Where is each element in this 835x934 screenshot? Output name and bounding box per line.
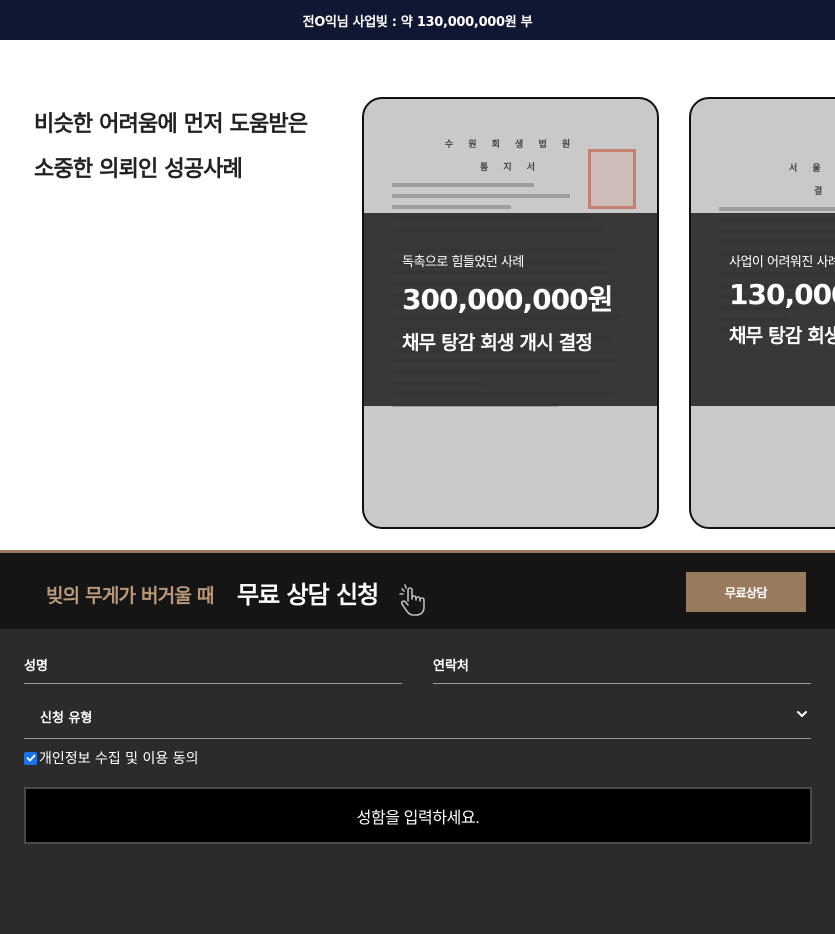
court-seal-stamp [588, 149, 636, 209]
case-result: 채무 탕감 회생 [729, 325, 835, 347]
name-label: 성명 [24, 659, 48, 674]
chevron-down-icon [797, 711, 807, 717]
heading-line-2: 소중한 의뢰인 성공사례 [34, 157, 243, 182]
check-icon [26, 754, 35, 762]
case-card-1[interactable]: 수 원 회 생 법 원 통 지 서 독촉으로 힘들었던 사례 300,000,0… [362, 97, 659, 529]
name-field[interactable]: 성명 [24, 645, 402, 684]
section-heading: 비슷한 어려움에 먼저 도움받은 소중한 의뢰인 성공사례 [34, 102, 308, 192]
consultation-banner: 빚의 무게가 버거울 때 무료 상담 신청 무료상담 [0, 550, 835, 629]
case-overlay: 사업이 어려워진 사례 130,000 채무 탕감 회생 [691, 213, 835, 406]
contact-label: 연락처 [433, 659, 469, 674]
top-announcement-bar: 전O익님 사업빚 : 약 130,000,000원 부 [0, 0, 835, 40]
submit-button[interactable]: 성함을 입력하세요. [24, 787, 812, 844]
application-type-label: 신청 유형 [40, 711, 93, 726]
cta-subtitle: 빚의 무게가 버거울 때 [46, 585, 214, 607]
contact-input[interactable] [493, 651, 793, 677]
name-input[interactable] [84, 651, 384, 677]
pointing-hand-icon [399, 584, 425, 616]
case-amount: 130,000 [729, 278, 835, 311]
free-consult-button[interactable]: 무료상담 [686, 572, 806, 612]
consent-label: 개인정보 수집 및 이용 동의 [39, 751, 199, 767]
cta-title: 무료 상담 신청 [237, 581, 379, 609]
heading-line-1: 비슷한 어려움에 먼저 도움받은 [34, 112, 308, 137]
consultation-form: 성명 연락처 신청 유형 개인정보 수집 및 이용 동의 성함을 입력하세요. [0, 629, 835, 934]
consent-checkbox[interactable] [24, 751, 37, 765]
contact-field[interactable]: 연락처 [433, 645, 811, 684]
application-type-select[interactable]: 신청 유형 [24, 695, 811, 739]
case-card-2[interactable]: 서 울 회 결 사업이 어려워진 사례 130,000 채무 탕감 회생 [689, 97, 835, 529]
case-subtitle: 사업이 어려워진 사례 [729, 255, 835, 270]
case-amount: 300,000,000원 [402, 283, 613, 316]
case-overlay: 독촉으로 힘들었던 사례 300,000,000원 채무 탕감 회생 개시 결정 [364, 213, 657, 406]
case-result: 채무 탕감 회생 개시 결정 [402, 332, 593, 354]
doc-title: 서 울 회 [789, 164, 835, 174]
success-cases-section: 비슷한 어려움에 먼저 도움받은 소중한 의뢰인 성공사례 수 원 회 생 법 … [0, 40, 835, 550]
privacy-consent[interactable]: 개인정보 수집 및 이용 동의 [24, 748, 198, 768]
doc-subtitle: 결 [814, 187, 829, 197]
case-subtitle: 독촉으로 힘들었던 사례 [402, 255, 524, 270]
announcement-text: 전O익님 사업빚 : 약 130,000,000원 부 [302, 14, 533, 30]
